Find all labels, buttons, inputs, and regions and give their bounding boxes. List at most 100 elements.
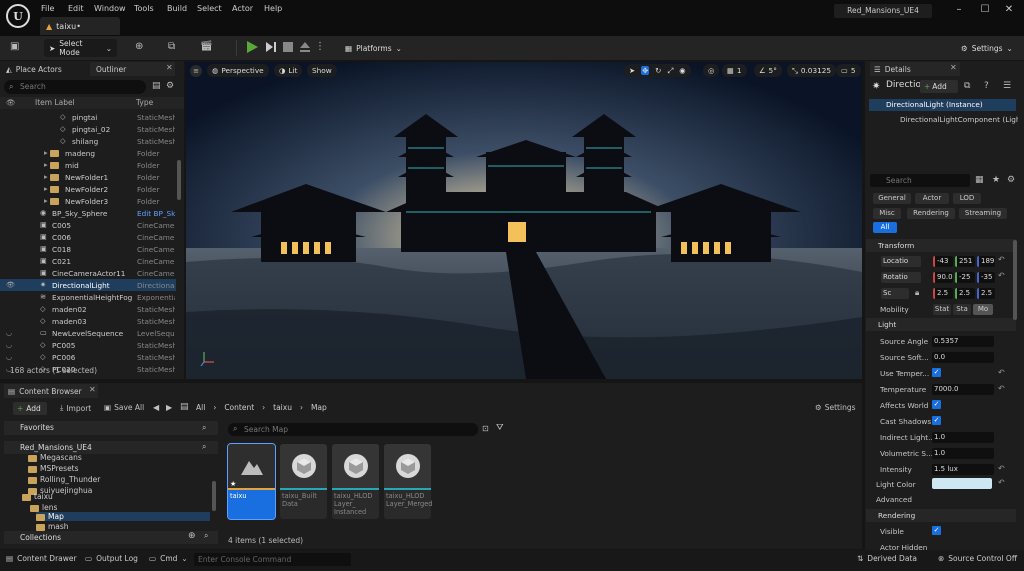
hamburger-icon[interactable]: ≡ [190, 65, 202, 77]
outliner-row[interactable]: ▸ NewFolder1 Folder [0, 171, 176, 183]
folder-icon[interactable]: ▤ [180, 402, 189, 412]
scale-snap-button[interactable]: ⤡ 0.03125 [787, 64, 837, 77]
filter-icon[interactable]: ⛛ [496, 423, 504, 433]
mobility-stationary[interactable]: Sta [953, 304, 971, 315]
settings-button[interactable]: ⚙ Settings ⌄ [956, 39, 1018, 57]
location-dropdown[interactable]: Locatio [881, 256, 921, 267]
add-content-icon[interactable]: ⊕ [135, 41, 143, 52]
col-item-label[interactable]: Item Label [35, 98, 75, 107]
unreal-logo-icon[interactable]: U [6, 4, 30, 28]
filter-rendering[interactable]: Rendering [907, 208, 955, 219]
outliner-row[interactable]: ▣ C006 CineCamera [0, 231, 176, 243]
component-instance-row[interactable]: DirectionalLight (Instance) [869, 99, 1016, 111]
move-tool-icon[interactable]: ✥ [641, 66, 650, 75]
reset-icon[interactable]: ↶ [998, 368, 1005, 377]
select-mode-button[interactable]: ➤ Select Mode ⌄ [44, 39, 117, 57]
eye-icon[interactable]: 👁︎ [6, 98, 16, 107]
favorites-header[interactable]: Favorites [4, 421, 218, 435]
visibility-icon[interactable]: 👁︎ [6, 281, 15, 289]
minimize-icon[interactable]: – [949, 4, 969, 15]
filter-misc[interactable]: Misc [873, 208, 901, 219]
skip-icon[interactable] [264, 39, 278, 55]
menu-icon[interactable]: ☰ [1003, 81, 1011, 91]
tab-outliner[interactable]: Outliner [90, 62, 175, 76]
rotation-x[interactable]: 90.0 [933, 272, 953, 283]
save-all-button[interactable]: ▣ Save All [104, 403, 144, 412]
search-icon[interactable]: ⌕ [202, 423, 206, 433]
visible-checkbox[interactable]: ✓ [932, 526, 941, 535]
outliner-row[interactable]: ▸ NewFolder3 Folder [0, 195, 176, 207]
mobility-movable[interactable]: Mo [973, 304, 993, 315]
outliner-row[interactable]: ▸ mid Folder [0, 159, 176, 171]
outliner-row[interactable]: ≋ ExponentialHeightFog Exponential [0, 291, 176, 303]
add-component-button[interactable]: + Add [920, 80, 958, 93]
menu-tools[interactable]: Tools [134, 4, 154, 13]
scale-z[interactable]: 2.5 [977, 288, 995, 299]
asset-tile[interactable]: taixu ★ [227, 443, 276, 520]
cb-settings-button[interactable]: ⚙ Settings [815, 403, 856, 412]
eject-icon[interactable] [298, 39, 312, 55]
level-viewport[interactable] [186, 62, 862, 379]
search-icon[interactable]: ⌕ [202, 442, 206, 452]
advanced-expander[interactable]: Advanced [876, 495, 912, 504]
reset-icon[interactable]: ↶ [998, 255, 1005, 264]
console-input[interactable]: Enter Console Command [194, 553, 351, 566]
select-tool-icon[interactable]: ➤ [629, 66, 635, 75]
show-button[interactable]: Show [307, 64, 337, 77]
folder-toggle[interactable]: ▸ [44, 148, 62, 157]
tree-scrollbar[interactable] [212, 481, 216, 511]
outliner-row[interactable]: ◇ pingtai StaticMesh [0, 111, 176, 123]
import-button[interactable]: ⤓ Import [60, 403, 91, 413]
scale-y[interactable]: 2.5 [955, 288, 975, 299]
level-tab[interactable]: ▲ taixu• [40, 17, 120, 35]
close-tab-icon[interactable]: ✕ [89, 385, 96, 394]
section-rendering[interactable]: Rendering [866, 509, 1016, 522]
history-back-icon[interactable]: ◀ [153, 403, 159, 412]
menu-build[interactable]: Build [167, 4, 187, 13]
collections-header[interactable]: Collections [4, 531, 218, 544]
star-icon[interactable]: ★ [992, 175, 1000, 185]
menu-actor[interactable]: Actor [232, 4, 253, 13]
derived-data-button[interactable]: ⇅ Derived Data [857, 554, 917, 563]
menu-help[interactable]: Help [264, 4, 282, 13]
outliner-row[interactable]: ◇ maden02 StaticMesh [0, 303, 176, 315]
actor-name-field[interactable]: Directio [886, 80, 921, 90]
filter-all[interactable]: All [873, 222, 897, 233]
save-icon[interactable]: ▣ [10, 41, 19, 52]
tree-folder[interactable]: Rolling_Thunder [28, 475, 100, 484]
reset-icon[interactable]: ↶ [998, 464, 1005, 473]
outliner-row[interactable]: ◇ pingtai_02 StaticMesh [0, 123, 176, 135]
history-forward-icon[interactable]: ▶ [166, 403, 172, 412]
menu-select[interactable]: Select [197, 4, 222, 13]
gear-icon[interactable]: ⚙ [1007, 175, 1015, 185]
search-icon[interactable]: ⌕ [204, 531, 208, 541]
scale-tool-icon[interactable]: ⤢ [667, 66, 673, 76]
details-scrollbar[interactable] [1013, 240, 1017, 320]
maximize-icon[interactable]: ☐ [975, 4, 995, 15]
folder-toggle[interactable]: ▸ [44, 196, 62, 205]
scale-x[interactable]: 2.5 [933, 288, 953, 299]
property-value[interactable]: 0.5357 [932, 336, 994, 347]
property-value[interactable]: 1.0 [932, 448, 994, 459]
property-value[interactable]: 0.0 [932, 352, 994, 363]
outliner-row[interactable]: ◡ ◇ PC006 StaticMesh [0, 351, 176, 363]
outliner-row[interactable]: ◡ ▭ NewLevelSequence LevelSequ [0, 327, 176, 339]
visibility-icon[interactable]: ◡ [6, 341, 12, 349]
section-light[interactable]: Light [866, 318, 1016, 331]
asset-tile[interactable]: taixu_HLOD Layer_ Instanced [332, 444, 379, 519]
reset-icon[interactable]: ↶ [998, 384, 1005, 393]
filter-streaming[interactable]: Streaming [959, 208, 1007, 219]
close-tab-icon[interactable]: ✕ [950, 63, 957, 72]
menu-file[interactable]: File [41, 4, 54, 13]
rotate-tool-icon[interactable]: ↻ [655, 66, 661, 75]
outliner-row[interactable]: ▣ C021 CineCamera [0, 255, 176, 267]
breadcrumb-map[interactable]: Map [311, 403, 327, 412]
camera-speed-button[interactable]: ▭ 5 [836, 64, 861, 77]
asset-tile[interactable]: taixu_HLOD Layer_Merged [384, 444, 432, 519]
outliner-row-type[interactable]: Edit BP_Sky [137, 209, 175, 218]
filter-actor[interactable]: Actor [915, 193, 949, 204]
outliner-row[interactable]: 👁︎ ✷ DirectionalLight Directional [0, 279, 176, 291]
menu-edit[interactable]: Edit [68, 4, 84, 13]
outliner-row[interactable]: ◇ shilang StaticMesh [0, 135, 176, 147]
property-checkbox[interactable]: ✓ [932, 416, 941, 425]
